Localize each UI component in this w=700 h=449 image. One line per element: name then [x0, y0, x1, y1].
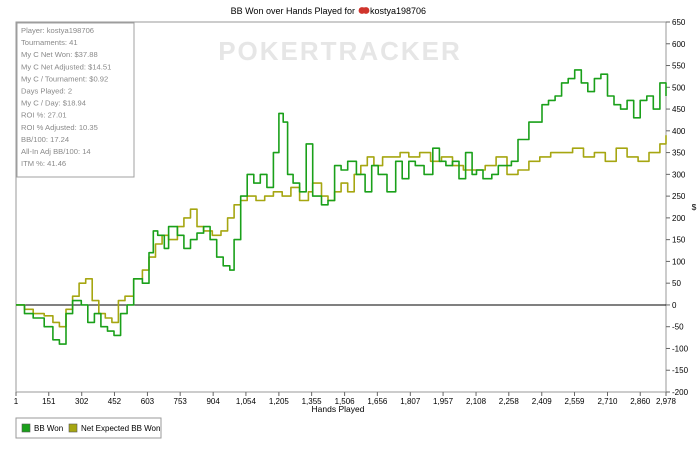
x-tick-label: 452 — [108, 397, 122, 406]
y-axis: -200 -150 -100 -50 0 50 100 150 200 250 300 350 400 4… — [666, 18, 689, 397]
legend: BB Won Net Expected BB Won — [15, 417, 162, 439]
y-tick-label: 0 — [672, 301, 677, 310]
x-tick-label: 904 — [206, 397, 220, 406]
y-tick-label: -200 — [672, 388, 689, 397]
x-tick-label: 302 — [75, 397, 89, 406]
y-tick-label: 450 — [672, 105, 686, 114]
x-tick-label: 1,054 — [236, 397, 257, 406]
stats-line: BB/100: 17.24 — [21, 135, 69, 144]
x-tick-label: 2,108 — [466, 397, 487, 406]
bb-won-chart: BB Won over Hands Played for kostya19870… — [0, 0, 700, 449]
x-tick-label: 1,205 — [269, 397, 290, 406]
legend-swatch-bb-won — [21, 423, 31, 433]
stats-line: My C Net Won: $37.88 — [21, 50, 98, 59]
x-tick-label: 1,957 — [433, 397, 454, 406]
y-tick-label: -50 — [672, 323, 684, 332]
x-tick-label: 2,559 — [564, 397, 585, 406]
y-axis-title: $ — [692, 202, 697, 212]
stats-line: All-In Adj BB/100: 14 — [21, 147, 91, 156]
y-tick-label: 650 — [672, 18, 686, 27]
y-tick-label: 50 — [672, 279, 681, 288]
y-tick-label: -150 — [672, 366, 689, 375]
y-tick-label: 250 — [672, 192, 686, 201]
y-tick-label: 550 — [672, 62, 686, 71]
spade-logo-icon — [358, 7, 370, 14]
chart-title: BB Won over Hands Played for — [231, 6, 355, 16]
chart-canvas: BB Won over Hands Played for kostya19870… — [14, 6, 697, 439]
x-tick-label: 1,807 — [400, 397, 421, 406]
x-tick-label: 2,860 — [630, 397, 651, 406]
legend-swatch-net-expected — [68, 423, 78, 433]
stats-line: Days Played: 2 — [21, 87, 72, 96]
chart-player-name: kostya198706 — [370, 6, 426, 16]
stats-line: ROI % Adjusted: 10.35 — [21, 123, 98, 132]
y-tick-label: 400 — [672, 127, 686, 136]
y-tick-label: 150 — [672, 236, 686, 245]
y-tick-label: 350 — [672, 149, 686, 158]
y-tick-label: 100 — [672, 257, 686, 266]
x-tick-label: 1 — [14, 397, 19, 406]
y-tick-label: 300 — [672, 170, 686, 179]
x-tick-label: 1,656 — [367, 397, 388, 406]
x-tick-label: 151 — [42, 397, 56, 406]
x-tick-label: 2,710 — [597, 397, 618, 406]
x-tick-label: 753 — [174, 397, 188, 406]
y-tick-label: 600 — [672, 40, 686, 49]
x-tick-label: 2,409 — [532, 397, 553, 406]
x-axis-title: Hands Played — [312, 404, 365, 414]
stats-line: My C / Day: $18.94 — [21, 99, 86, 108]
y-tick-label: 200 — [672, 214, 686, 223]
legend-item-bb-won[interactable]: BB Won — [21, 423, 63, 433]
stats-line: My C Net Adjusted: $14.51 — [21, 62, 111, 71]
stats-line: My C / Tournament: $0.92 — [21, 74, 108, 83]
legend-label-net-expected: Net Expected BB Won — [81, 424, 160, 433]
stats-line: Player: kostya198706 — [21, 26, 94, 35]
y-tick-label: 500 — [672, 83, 686, 92]
stats-line: ITM %: 41.46 — [21, 159, 66, 168]
stats-line: Tournaments: 41 — [21, 38, 78, 47]
y-tick-label: -100 — [672, 344, 689, 353]
x-tick-label: 603 — [141, 397, 155, 406]
stats-line: ROI %: 27.01 — [21, 111, 67, 120]
stats-box: Player: kostya198706 Tournaments: 41 My C … — [16, 22, 135, 178]
legend-label-bb-won: BB Won — [34, 424, 63, 433]
x-tick-label: 2,978 — [656, 397, 677, 406]
legend-item-net-expected[interactable]: Net Expected BB Won — [68, 423, 160, 433]
x-tick-label: 2,258 — [499, 397, 520, 406]
watermark: POKERTRACKER — [218, 36, 462, 66]
